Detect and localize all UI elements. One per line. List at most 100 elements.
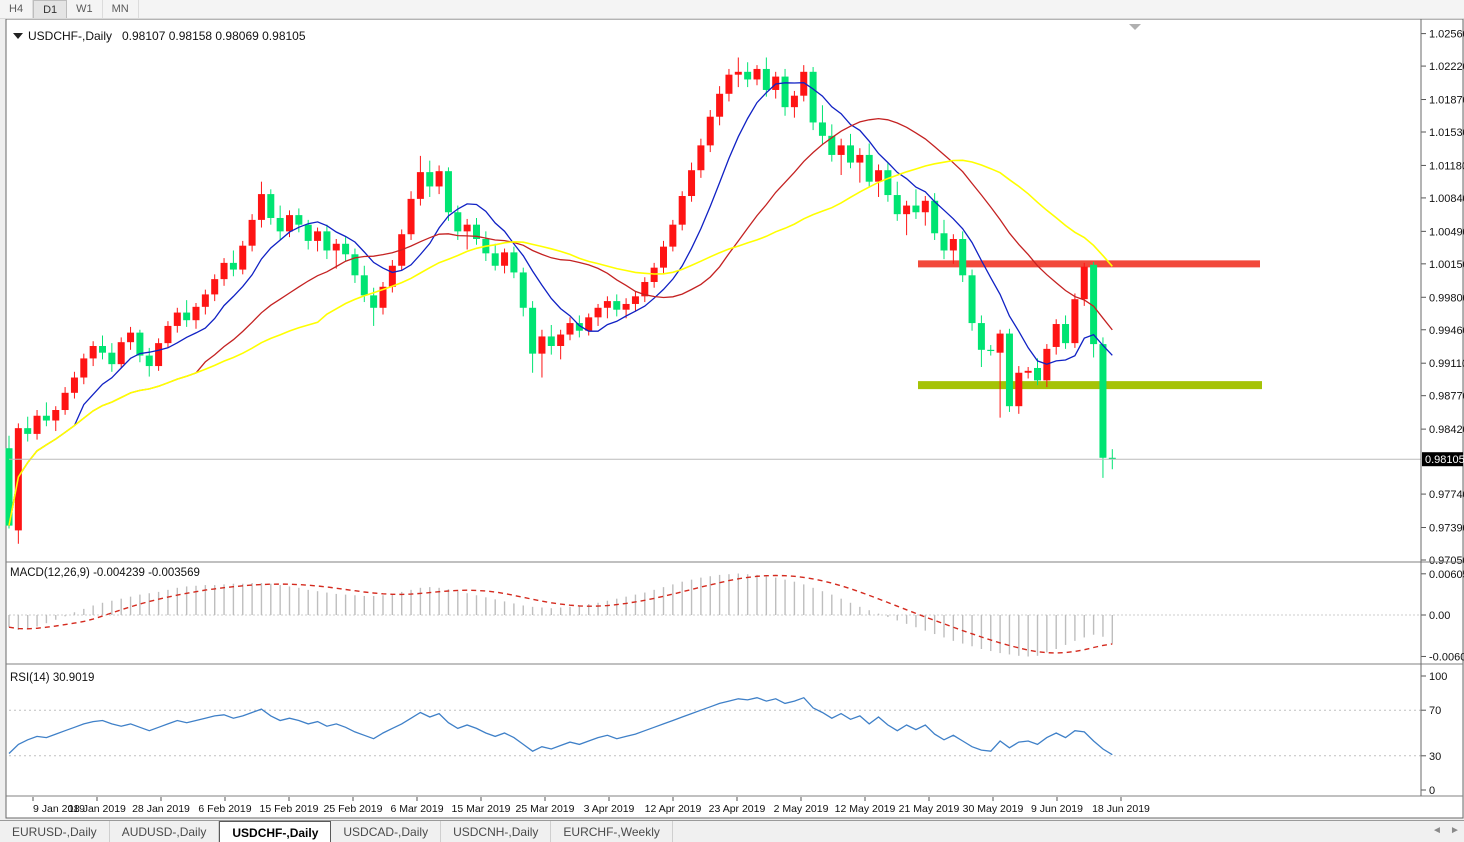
price-tick-label: 0.98770 [1429, 391, 1464, 403]
candle-body [810, 72, 817, 123]
candle-body [819, 122, 826, 135]
candle-body [651, 268, 658, 282]
candle-body [520, 272, 527, 307]
candle-body [286, 215, 293, 231]
candle-body [604, 301, 611, 308]
candle-body [725, 75, 732, 94]
tab-scroll-left-button[interactable]: ◄ [1428, 821, 1446, 842]
candle-body [193, 307, 200, 320]
candle-body [445, 171, 452, 212]
chart-tab-eurchfweekly[interactable]: EURCHF-,Weekly [551, 821, 672, 842]
candle-body [866, 155, 873, 182]
candle-body [99, 346, 106, 353]
date-tick-label[interactable]: 6 Mar 2019 [390, 803, 443, 815]
date-tick-label[interactable]: 12 May 2019 [835, 803, 896, 815]
candle-body [716, 94, 723, 117]
price-tick-label: 1.02560 [1429, 29, 1464, 41]
rsi-axis-label: 100 [1429, 671, 1447, 683]
date-tick-label[interactable]: 9 Jun 2019 [1031, 803, 1083, 815]
date-tick-label[interactable]: 15 Feb 2019 [260, 803, 319, 815]
date-tick-label[interactable]: 30 May 2019 [963, 803, 1024, 815]
candle-body [230, 263, 237, 270]
rsi-axis-label: 70 [1429, 705, 1441, 717]
candle-body [501, 252, 508, 265]
date-tick-label[interactable]: 6 Feb 2019 [198, 803, 251, 815]
candle-body [417, 172, 424, 199]
candle-body [847, 145, 854, 162]
price-tick-label: 0.99460 [1429, 325, 1464, 337]
price-tick-label: 1.01180 [1429, 160, 1464, 172]
macd-axis-label: -0.006096 [1429, 651, 1464, 663]
price-tick-label: 1.01530 [1429, 127, 1464, 139]
chart-tab-usdcnhdaily[interactable]: USDCNH-,Daily [441, 821, 551, 842]
candle-body [782, 77, 789, 108]
candle-body [697, 145, 704, 170]
candle-body [856, 155, 863, 163]
candle-body [202, 294, 209, 306]
price-tick-label: 1.00490 [1429, 226, 1464, 238]
tabbar-spacer [673, 821, 1428, 842]
candle-body [950, 239, 957, 250]
chart-tab-eurusddaily[interactable]: EURUSD-,Daily [0, 821, 110, 842]
candle-body [211, 279, 218, 294]
date-tick-label[interactable]: 18 Jun 2019 [1092, 803, 1150, 815]
candle-body [510, 252, 517, 272]
candle-body [108, 353, 115, 364]
application-window: { "toolbar": { "timeframe_buttons": [ {"… [0, 0, 1464, 842]
price-tick-label: 0.99800 [1429, 292, 1464, 304]
candle-body [987, 350, 994, 351]
timeframe-button-mn[interactable]: MN [103, 0, 139, 18]
candle-body [52, 410, 59, 421]
candle-body [90, 346, 97, 358]
date-tick-label[interactable]: 18 Jan 2019 [68, 803, 126, 815]
candle-body [931, 201, 938, 233]
candle-body [249, 220, 256, 246]
chart-canvas[interactable]: 1.025601.022201.018701.015301.011801.008… [0, 0, 1464, 842]
date-tick-label[interactable]: 28 Jan 2019 [132, 803, 190, 815]
macd-label: MACD(12,26,9) -0.004239 -0.003569 [10, 567, 200, 579]
candle-body [1015, 373, 1022, 406]
chart-tab-usdchfdaily[interactable]: USDCHF-,Daily [219, 821, 331, 842]
macd-axis-label: 0.00 [1429, 610, 1450, 622]
candle-body [969, 275, 976, 323]
date-tick-label[interactable]: 12 Apr 2019 [645, 803, 702, 815]
chart-tab-usdcaddaily[interactable]: USDCAD-,Daily [331, 821, 441, 842]
candle-body [426, 172, 433, 186]
candle-body [267, 194, 274, 218]
timeframe-button-w1[interactable]: W1 [67, 0, 103, 18]
candle-body [688, 170, 695, 196]
candle-body [548, 336, 555, 346]
candle-body [959, 239, 966, 275]
date-tick-label[interactable]: 15 Mar 2019 [452, 803, 511, 815]
date-tick-label[interactable]: 21 May 2019 [899, 803, 960, 815]
date-tick-label[interactable]: 25 Mar 2019 [516, 803, 575, 815]
candle-body [221, 263, 228, 279]
tab-scroll-right-button[interactable]: ► [1446, 821, 1464, 842]
candle-body [492, 253, 499, 265]
macd-axis-label: 0.006058 [1429, 569, 1464, 581]
date-tick-label[interactable]: 2 May 2019 [774, 803, 829, 815]
candle-body [1081, 267, 1088, 299]
candle-body [370, 295, 377, 307]
date-tick-label[interactable]: 3 Apr 2019 [584, 803, 635, 815]
candle-body [1099, 344, 1106, 458]
chart-tab-audusddaily[interactable]: AUDUSD-,Daily [110, 821, 220, 842]
price-tick-label: 1.01870 [1429, 95, 1464, 107]
date-tick-label[interactable]: 23 Apr 2019 [709, 803, 766, 815]
timeframe-button-d1[interactable]: D1 [33, 0, 67, 18]
candle-body [894, 195, 901, 214]
date-tick-label[interactable]: 25 Feb 2019 [324, 803, 383, 815]
rsi-axis-label: 30 [1429, 751, 1441, 763]
candle-body [295, 215, 302, 225]
price-tick-label: 0.97050 [1429, 555, 1464, 567]
candle-body [43, 416, 50, 421]
rsi-axis-label: 0 [1429, 785, 1435, 797]
candle-body [80, 358, 87, 377]
rsi-label: RSI(14) 30.9019 [10, 672, 94, 684]
candle-body [24, 428, 31, 434]
candle-body [314, 231, 321, 241]
candle-body [1062, 324, 1069, 343]
timeframe-button-h4[interactable]: H4 [0, 0, 33, 18]
candle-body [997, 334, 1004, 353]
candle-body [155, 343, 162, 366]
